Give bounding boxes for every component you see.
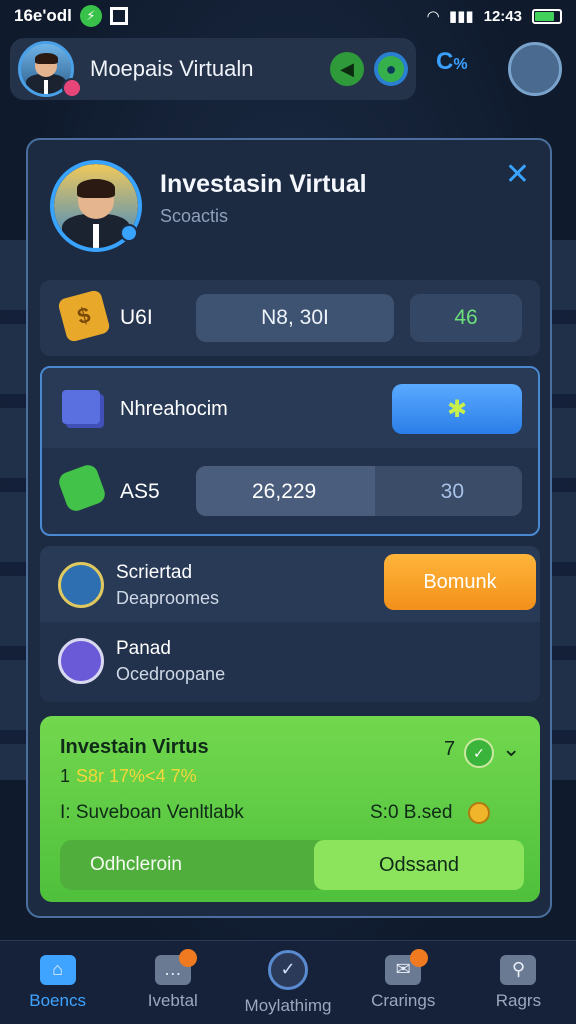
- option-2-subtitle: Ocedroopane: [116, 664, 226, 684]
- options-box: Scriertad Deaproomes Bomunk Panad Ocedro…: [40, 546, 540, 702]
- card-count: 7: [444, 738, 456, 760]
- coin-icon: $: [57, 289, 111, 343]
- carrier-text: 16e'odl: [14, 6, 72, 25]
- asset-label: AS5: [120, 480, 160, 503]
- charging-icon: ⚡: [79, 5, 102, 27]
- profile-avatar[interactable]: [508, 42, 562, 96]
- balance-value[interactable]: N8, 30I: [196, 294, 394, 342]
- bottom-nav: ⌂ Boencs … Ivebtal ✓ Moylathimg ✉ Crarin…: [0, 940, 576, 1024]
- check-circle-icon: ✓: [268, 949, 308, 990]
- investment-panel: Investasin Virtual Scoactis ✕ $ U6I N8, …: [26, 138, 552, 918]
- settings-button[interactable]: ✱: [392, 384, 522, 434]
- nav-item-check[interactable]: ✓ Moylathimg: [230, 941, 345, 1024]
- refresh-icon[interactable]: ◀: [330, 52, 364, 86]
- shelf-right-decoration: [550, 240, 576, 780]
- nav-label: Crarings: [371, 990, 436, 1010]
- coin-icon: [468, 802, 490, 824]
- close-icon[interactable]: ✕: [505, 160, 530, 190]
- nav-label: Boencs: [29, 990, 86, 1010]
- nav-item-pin[interactable]: ⚲ Ragrs: [461, 941, 576, 1024]
- card-field[interactable]: Odhcleroin: [60, 840, 322, 890]
- app-title: Moepais Virtualn: [90, 56, 254, 81]
- option-1-icon: [58, 562, 104, 608]
- option-2-icon: [58, 638, 104, 684]
- balance-count[interactable]: 46: [410, 294, 522, 342]
- percent-icon[interactable]: C%: [436, 48, 468, 76]
- option-1-button[interactable]: Bomunk: [384, 554, 536, 610]
- nav-badge: [179, 949, 198, 967]
- chevron-down-icon[interactable]: ⌄: [502, 736, 520, 762]
- balance-row: $ U6I N8, 30I 46: [40, 280, 540, 356]
- nav-badge: [409, 949, 428, 967]
- option-2-title[interactable]: Panad: [116, 638, 171, 660]
- signal-icon: ▮▮▮: [448, 8, 474, 25]
- nav-item-home[interactable]: ⌂ Boencs: [0, 941, 115, 1024]
- wifi-icon: ◠: [427, 8, 439, 25]
- nav-label: Moylathimg: [244, 995, 332, 1015]
- card-submit-button[interactable]: Odssand: [314, 840, 524, 890]
- option-row-1[interactable]: Scriertad Deaproomes Bomunk: [40, 546, 540, 622]
- gear-icon: ✱: [446, 395, 468, 423]
- shelf-left-decoration: [0, 240, 26, 780]
- card-title: Investain Virtus: [60, 736, 209, 758]
- asset-box: Nhreahocim ✱ AS5 26,229 30: [40, 366, 540, 536]
- nav-item-mail[interactable]: ✉ Crarings: [346, 941, 461, 1024]
- app-header: Moepais Virtualn ◀ ●: [10, 38, 416, 100]
- notification-badge: [62, 78, 82, 98]
- nav-item-chat[interactable]: … Ivebtal: [115, 941, 230, 1024]
- status-bar: 16e'odl ⚡ ◠ ▮▮▮ 12:43: [0, 0, 576, 32]
- asset-value: 26,229: [252, 480, 317, 503]
- panel-title: Investasin Virtual: [160, 170, 367, 198]
- option-1-subtitle: Deaproomes: [116, 588, 220, 608]
- pin-icon: ⚲: [500, 954, 537, 985]
- panel-subtitle: Scoactis: [160, 206, 229, 226]
- asset-progress[interactable]: 26,229 30: [196, 466, 522, 516]
- asset-header-row: Nhreahocim ✱: [42, 368, 538, 448]
- home-icon: ⌂: [39, 954, 76, 985]
- nav-label: Ragrs: [495, 990, 542, 1010]
- screen-icon: [109, 7, 128, 25]
- investment-card: Investain Virtus 1 S8r 17%<4 7% 7 ✓ ⌄ I: …: [40, 716, 540, 902]
- nav-label: Ivebtal: [147, 990, 198, 1010]
- balance-label: U6I: [120, 306, 153, 329]
- card-detail-left: I: Suveboan Venltlabk: [60, 802, 244, 823]
- card-detail-right: S:0 B.sed: [370, 802, 453, 823]
- check-icon[interactable]: ✓: [464, 738, 494, 768]
- battery-icon: [532, 8, 562, 24]
- asset-icon: [56, 462, 108, 514]
- verified-badge: [120, 224, 138, 242]
- globe-icon[interactable]: ●: [374, 52, 408, 86]
- card-percent: 1 S8r 17%<4 7%: [60, 766, 197, 786]
- clock: 12:43: [483, 7, 522, 25]
- option-1-title: Scriertad: [116, 562, 193, 583]
- asset-secondary: 30: [440, 480, 464, 503]
- asset-header-label: Nhreahocim: [120, 398, 228, 420]
- stack-icon: [62, 390, 100, 424]
